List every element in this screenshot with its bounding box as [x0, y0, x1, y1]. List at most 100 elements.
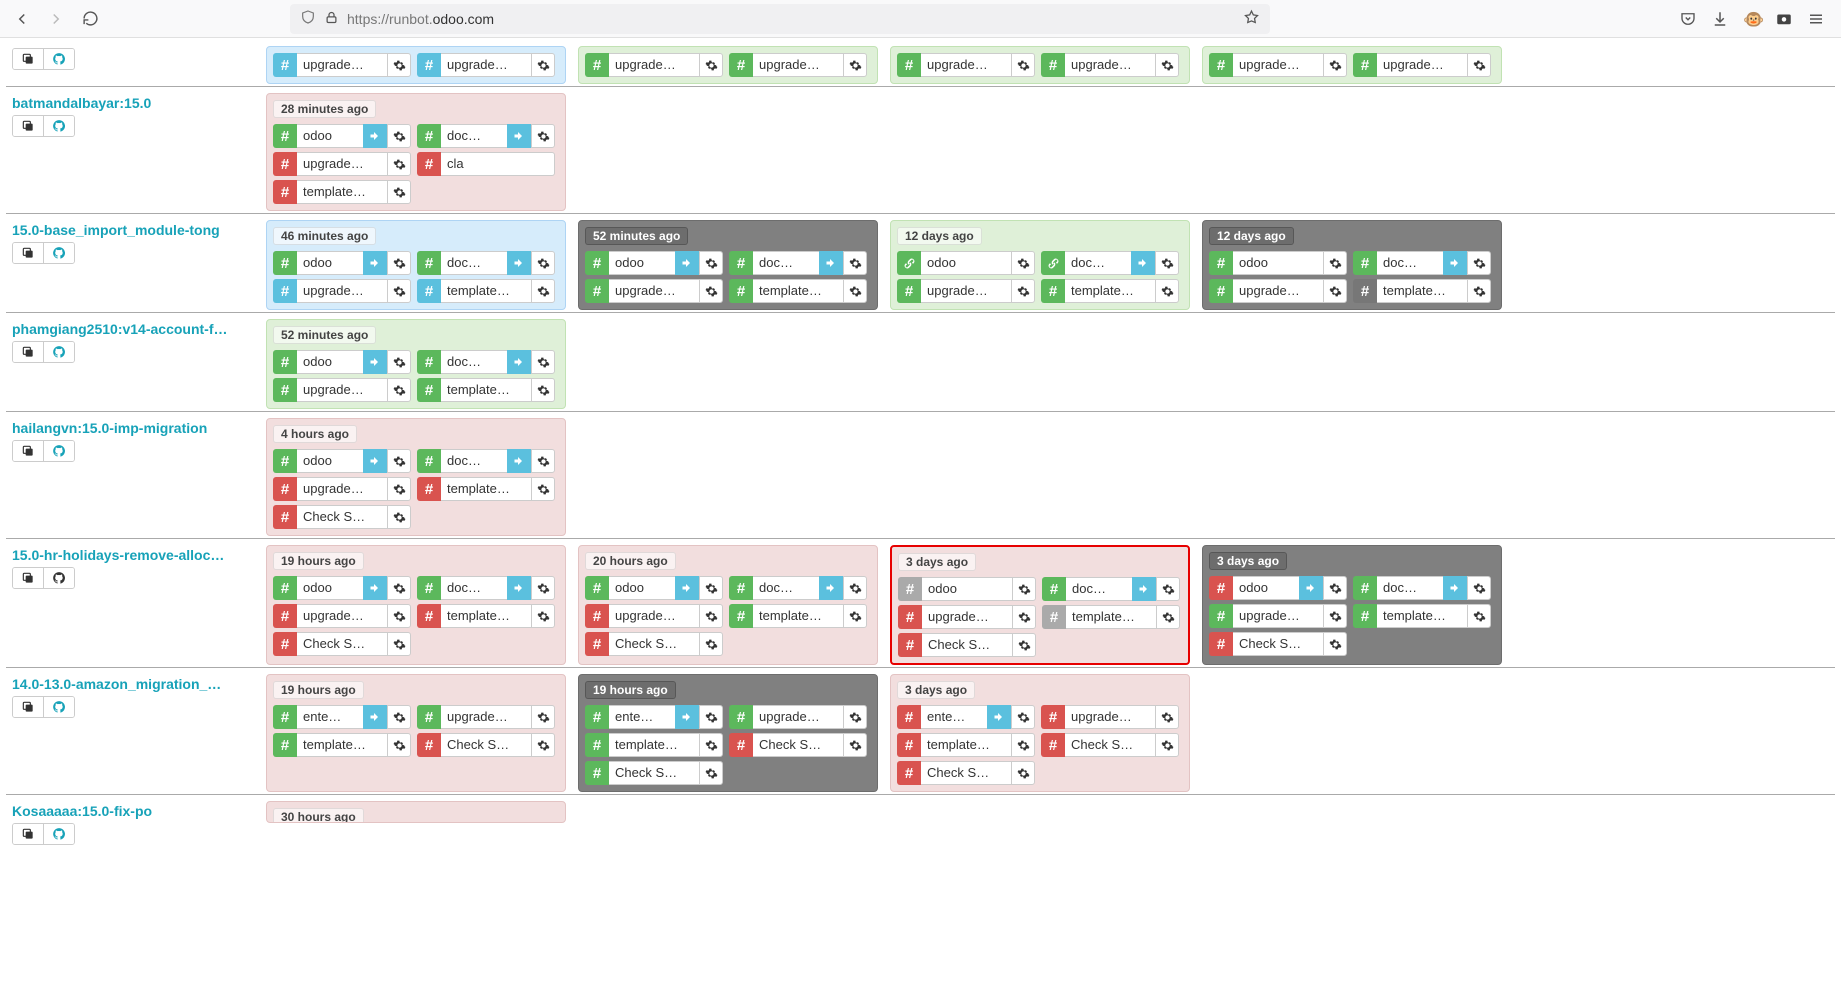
slot-label[interactable]: doc… — [441, 449, 507, 473]
copy-branch-button[interactable] — [13, 116, 44, 136]
copy-branch-button[interactable] — [13, 824, 44, 844]
signin-arrow-button[interactable] — [675, 251, 699, 275]
hash-icon[interactable]: # — [1041, 733, 1065, 757]
slot-label[interactable]: template… — [1377, 604, 1467, 628]
slot-label[interactable]: doc… — [1377, 576, 1443, 600]
reload-button[interactable] — [76, 5, 104, 33]
gear-button[interactable] — [1323, 53, 1347, 77]
slot-label[interactable]: template… — [753, 279, 843, 303]
slot-label[interactable]: template… — [609, 733, 699, 757]
gear-button[interactable] — [1467, 53, 1491, 77]
slot-label[interactable]: ente… — [609, 705, 675, 729]
signin-arrow-button[interactable] — [1443, 251, 1467, 275]
slot-label[interactable]: template… — [441, 378, 531, 402]
slot-label[interactable]: ente… — [297, 705, 363, 729]
slot-label[interactable]: upgrade… — [609, 279, 699, 303]
github-button[interactable] — [44, 441, 74, 461]
gear-button[interactable] — [387, 576, 411, 600]
gear-button[interactable] — [699, 53, 723, 77]
hash-icon[interactable]: # — [898, 633, 922, 657]
branch-name-link[interactable]: 14.0-13.0-amazon_migration_… — [12, 676, 232, 692]
gear-button[interactable] — [843, 733, 867, 757]
hash-icon[interactable]: # — [729, 279, 753, 303]
gear-button[interactable] — [1323, 576, 1347, 600]
hash-icon[interactable]: # — [898, 577, 922, 601]
signin-arrow-button[interactable] — [675, 705, 699, 729]
slot-label[interactable]: Check S… — [753, 733, 843, 757]
branch-name-link[interactable]: batmandalbayar:15.0 — [12, 95, 232, 111]
slot-label[interactable]: upgrade… — [297, 378, 387, 402]
gear-button[interactable] — [1012, 633, 1036, 657]
slot-label[interactable]: odoo — [297, 576, 363, 600]
signin-arrow-button[interactable] — [507, 350, 531, 374]
slot-label[interactable]: upgrade… — [1377, 53, 1467, 77]
slot-label[interactable]: template… — [441, 279, 531, 303]
gear-button[interactable] — [387, 152, 411, 176]
slot-label[interactable]: upgrade… — [921, 279, 1011, 303]
slot-label[interactable]: upgrade… — [297, 279, 387, 303]
gear-button[interactable] — [531, 279, 555, 303]
gear-button[interactable] — [843, 279, 867, 303]
hash-icon[interactable]: # — [417, 378, 441, 402]
gear-button[interactable] — [531, 576, 555, 600]
hash-icon[interactable]: # — [417, 350, 441, 374]
hash-icon[interactable]: # — [1353, 604, 1377, 628]
slot-label[interactable]: upgrade… — [922, 605, 1012, 629]
slot-label[interactable]: upgrade… — [609, 604, 699, 628]
hash-icon[interactable]: # — [1041, 705, 1065, 729]
gear-button[interactable] — [699, 761, 723, 785]
extension-camera-icon[interactable] — [1775, 10, 1793, 28]
gear-button[interactable] — [843, 705, 867, 729]
gear-button[interactable] — [387, 251, 411, 275]
gear-button[interactable] — [387, 124, 411, 148]
github-button[interactable] — [44, 568, 74, 588]
gear-button[interactable] — [699, 576, 723, 600]
hash-icon[interactable]: # — [1042, 577, 1066, 601]
slot-label[interactable]: upgrade… — [441, 705, 531, 729]
gear-button[interactable] — [531, 449, 555, 473]
signin-arrow-button[interactable] — [987, 705, 1011, 729]
extension-monkey-icon[interactable]: 🐵 — [1743, 10, 1761, 28]
hash-icon[interactable]: # — [729, 576, 753, 600]
gear-button[interactable] — [387, 279, 411, 303]
hash-icon[interactable]: # — [729, 251, 753, 275]
slot-label[interactable]: doc… — [441, 124, 507, 148]
gear-button[interactable] — [1012, 605, 1036, 629]
copy-branch-button[interactable] — [13, 342, 44, 362]
gear-button[interactable] — [1155, 705, 1179, 729]
slot-label[interactable]: upgrade… — [1065, 53, 1155, 77]
hash-icon[interactable]: # — [729, 604, 753, 628]
copy-branch-button[interactable] — [13, 49, 44, 69]
slot-label[interactable]: Check S… — [1065, 733, 1155, 757]
hash-icon[interactable]: # — [1209, 632, 1233, 656]
hash-icon[interactable]: # — [1209, 576, 1233, 600]
gear-button[interactable] — [387, 378, 411, 402]
hash-icon[interactable]: # — [585, 733, 609, 757]
hash-icon[interactable]: # — [417, 53, 441, 77]
signin-arrow-button[interactable] — [363, 705, 387, 729]
slot-label[interactable]: Check S… — [609, 761, 699, 785]
signin-arrow-button[interactable] — [1443, 576, 1467, 600]
hash-icon[interactable]: # — [417, 449, 441, 473]
gear-button[interactable] — [387, 180, 411, 204]
hash-icon[interactable]: # — [417, 152, 441, 176]
hash-icon[interactable]: # — [729, 705, 753, 729]
hash-icon[interactable]: # — [897, 53, 921, 77]
slot-label[interactable]: doc… — [753, 576, 819, 600]
gear-button[interactable] — [1011, 705, 1035, 729]
gear-button[interactable] — [1011, 53, 1035, 77]
hash-icon[interactable]: # — [1041, 53, 1065, 77]
hash-icon[interactable]: # — [417, 733, 441, 757]
signin-arrow-button[interactable] — [507, 124, 531, 148]
gear-button[interactable] — [531, 53, 555, 77]
hash-icon[interactable]: # — [585, 632, 609, 656]
hash-icon[interactable]: # — [1209, 604, 1233, 628]
signin-arrow-button[interactable] — [363, 449, 387, 473]
hamburger-menu-icon[interactable] — [1807, 10, 1825, 28]
gear-button[interactable] — [387, 477, 411, 501]
copy-branch-button[interactable] — [13, 568, 44, 588]
gear-button[interactable] — [1323, 632, 1347, 656]
slot-label[interactable]: upgrade… — [297, 53, 387, 77]
slot-label[interactable]: doc… — [1377, 251, 1443, 275]
slot-label[interactable]: doc… — [1065, 251, 1131, 275]
